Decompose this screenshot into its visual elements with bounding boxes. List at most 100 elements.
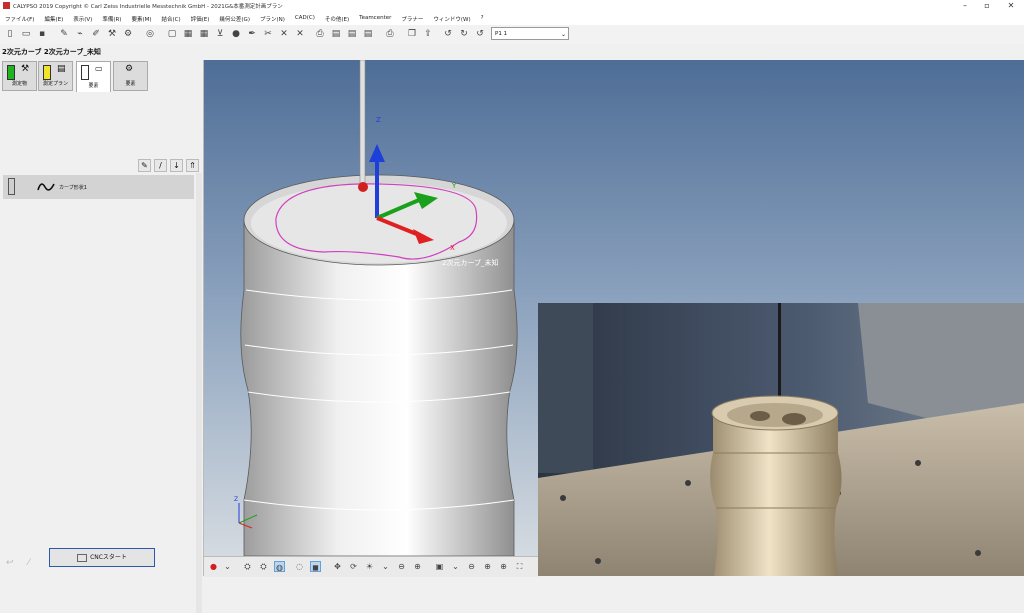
window-title: CALYPSO 2019 Copyright © Carl Zeiss Indu… — [13, 4, 283, 10]
camera-image — [538, 303, 1024, 576]
move-down-icon[interactable]: ↓ — [170, 159, 183, 172]
frame-icon[interactable]: ▢ — [166, 28, 178, 40]
chevron-down-icon[interactable]: ⌄ — [222, 561, 233, 572]
view-toolbar: ● ⌄ ⛭ ⛭ ◍ ◌ ◼ ✥ ⟳ ☀ ⌄ ⊖ ⊕ ▣ ⌄ ⊖ ⊕ ⊕ ⛶ — [204, 556, 538, 577]
zoom-out-icon[interactable]: ⊖ — [466, 561, 477, 572]
cnc-start-button[interactable]: CNCスタート — [49, 548, 155, 567]
reset-icon[interactable]: ↺ — [474, 28, 486, 40]
tab-label: 要素 — [125, 81, 136, 87]
tool-icon[interactable]: ✐ — [90, 28, 102, 40]
menu-cad[interactable]: CAD(C) — [290, 12, 320, 25]
pan-icon[interactable]: ✥ — [332, 561, 343, 572]
menu-file[interactable]: ファイル(F) — [0, 12, 39, 25]
probe-icon[interactable]: ✎ — [58, 28, 70, 40]
chevron-down-icon[interactable]: ⌄ — [380, 561, 391, 572]
export-icon[interactable]: ⇪ — [422, 28, 434, 40]
print-icon[interactable]: ⎙ — [314, 28, 326, 40]
list-item[interactable]: カーブ形状1 — [3, 175, 194, 199]
tab-elements[interactable]: ⚙ 要素 — [113, 61, 148, 91]
new-file-icon[interactable]: ▯ — [4, 28, 16, 40]
settings-icon[interactable]: ⚙ — [122, 28, 134, 40]
reset-icon[interactable]: ↻ — [458, 28, 470, 40]
tab-features[interactable]: ▭ 要素 — [76, 61, 111, 92]
grid-icon[interactable]: ▦ — [198, 28, 210, 40]
left-panel: ⚒ 測定物 ▤ 測定プラン ▭ 要素 ⚙ 要素 ✎ / ↓ ⇑ カーブ形状1 ↩… — [0, 60, 204, 613]
fit-view-icon[interactable]: ⛶ — [514, 561, 525, 572]
zoom-window-icon[interactable]: ⊕ — [498, 561, 509, 572]
menu-view[interactable]: 表示(V) — [68, 12, 97, 25]
save-icon[interactable]: ▪ — [36, 28, 48, 40]
zoom-in-icon[interactable]: ⊕ — [482, 561, 493, 572]
plan-select[interactable]: P1 1 ⌄ — [491, 27, 569, 40]
next-view-icon[interactable]: ⊕ — [412, 561, 423, 572]
y-axis-label: Y — [451, 182, 457, 190]
plan-icon: ▤ — [57, 64, 66, 74]
machine-camera-inset — [538, 303, 1024, 576]
stylus-icon[interactable]: ⌁ — [74, 28, 86, 40]
pencil-icon[interactable]: / — [154, 159, 167, 172]
tab-measured-object[interactable]: ⚒ 測定物 — [2, 61, 37, 91]
menu-evaluate[interactable]: 評価(E) — [186, 12, 215, 25]
edit-icon[interactable]: ✎ — [138, 159, 151, 172]
shaded-view-icon[interactable]: ◍ — [274, 561, 285, 572]
probe-tip — [358, 182, 368, 192]
plan-select-value: P1 1 — [495, 31, 508, 37]
light-icon[interactable]: ☀ — [364, 561, 375, 572]
tool-icon[interactable]: ✂ — [262, 28, 274, 40]
move-up-icon[interactable]: ⇑ — [186, 159, 199, 172]
tool-icon[interactable]: ✕ — [294, 28, 306, 40]
reset-icon[interactable]: ↺ — [442, 28, 454, 40]
z-axis-label: Z — [376, 116, 381, 124]
wrench-icon[interactable]: ⚒ — [106, 28, 118, 40]
close-button[interactable]: ✕ — [1004, 1, 1018, 11]
report-icon[interactable]: ▤ — [330, 28, 342, 40]
print-icon[interactable]: ⎙ — [384, 28, 396, 40]
rotate-icon[interactable]: ⟳ — [348, 561, 359, 572]
maximize-button[interactable]: ▫ — [980, 1, 994, 11]
tool-icon[interactable]: ✕ — [278, 28, 290, 40]
chevron-down-icon[interactable]: ⌄ — [450, 561, 461, 572]
pen-icon[interactable]: ✒ — [246, 28, 258, 40]
menu-planner[interactable]: プラナー — [396, 12, 428, 25]
chevron-down-icon: ⌄ — [560, 31, 566, 38]
binoculars-icon[interactable]: ◎ — [144, 28, 156, 40]
undo-icon[interactable]: ↩ — [6, 558, 14, 568]
menu-teamcenter[interactable]: Teamcenter — [354, 12, 396, 25]
yellow-status-icon — [43, 65, 51, 80]
view-icon[interactable]: ⛭ — [242, 561, 253, 572]
feature-annotation: 2次元カーブ_未知 — [442, 258, 499, 267]
coin-icon[interactable]: ● — [230, 28, 242, 40]
part-body[interactable] — [240, 219, 518, 556]
menu-prepare[interactable]: 準備(R) — [97, 12, 126, 25]
open-file-icon[interactable]: ▭ — [20, 28, 32, 40]
previous-view-icon[interactable]: ⊖ — [396, 561, 407, 572]
menu-bar: ファイル(F) 編集(E) 表示(V) 準備(R) 要素(M) 結合(C) 評価… — [0, 12, 1024, 25]
menu-gdt[interactable]: 幾何公差(G) — [214, 12, 255, 25]
menu-plan[interactable]: プラン(N) — [255, 12, 290, 25]
menu-help[interactable]: ? — [476, 12, 489, 25]
record-icon[interactable]: ● — [208, 561, 219, 572]
feature-checkbox[interactable] — [8, 178, 15, 195]
report-icon[interactable]: ▤ — [346, 28, 358, 40]
filter-icon[interactable]: ⊻ — [214, 28, 226, 40]
minimize-button[interactable]: – — [958, 1, 972, 11]
solid-view-icon[interactable]: ◼ — [310, 561, 321, 572]
wireframe-icon[interactable]: ◌ — [294, 561, 305, 572]
menu-other[interactable]: その他(E) — [320, 12, 354, 25]
camera-icon[interactable]: ▣ — [434, 561, 445, 572]
white-status-icon — [81, 65, 89, 80]
menu-element[interactable]: 要素(M) — [126, 12, 156, 25]
view-icon[interactable]: ⛭ — [258, 561, 269, 572]
menu-window[interactable]: ウィンドウ(W) — [428, 12, 475, 25]
menu-edit[interactable]: 編集(E) — [39, 12, 68, 25]
left-panel-scrollbar[interactable] — [196, 173, 202, 613]
copy-icon[interactable]: ❐ — [406, 28, 418, 40]
breadcrumb-text: 2次元カーブ 2次元カーブ_未知 — [2, 48, 101, 56]
report-icon[interactable]: ▤ — [362, 28, 374, 40]
triad-z-label: Z — [234, 496, 238, 503]
grid-icon[interactable]: ▦ — [182, 28, 194, 40]
tab-measurement-plan[interactable]: ▤ 測定プラン — [38, 61, 73, 91]
menu-combine[interactable]: 結合(C) — [156, 12, 185, 25]
edit-icon[interactable]: ⁄ — [28, 558, 30, 568]
feature-icon: ▭ — [95, 64, 103, 73]
